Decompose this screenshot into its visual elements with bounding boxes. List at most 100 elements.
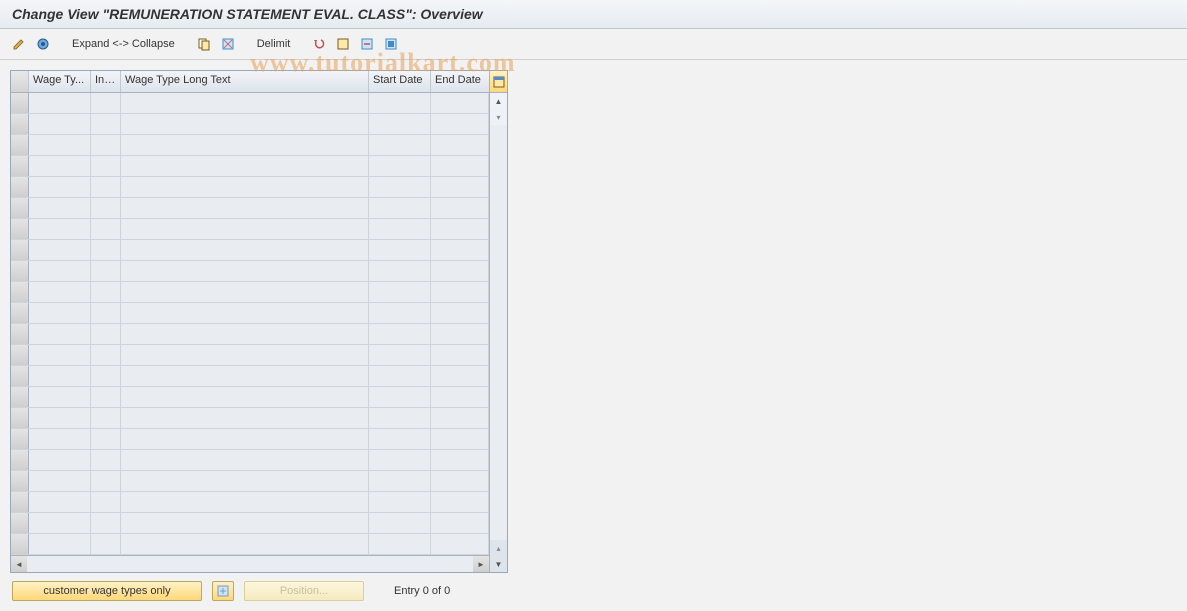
table-row[interactable] (11, 534, 489, 555)
row-selector[interactable] (11, 219, 29, 239)
cell-inf[interactable] (91, 261, 121, 281)
expand-collapse-button[interactable]: Expand <-> Collapse (68, 38, 179, 50)
scroll-up-icon[interactable]: ▲ (490, 93, 507, 109)
cell-long-text[interactable] (121, 408, 369, 428)
cell-start-date[interactable] (369, 534, 431, 554)
cell-end-date[interactable] (431, 282, 489, 302)
row-selector[interactable] (11, 534, 29, 554)
cell-long-text[interactable] (121, 534, 369, 554)
table-row[interactable] (11, 345, 489, 366)
select-all-icon[interactable] (219, 35, 237, 53)
table-row[interactable] (11, 282, 489, 303)
cell-long-text[interactable] (121, 450, 369, 470)
cell-end-date[interactable] (431, 408, 489, 428)
table-row[interactable] (11, 93, 489, 114)
table-row[interactable] (11, 303, 489, 324)
cell-inf[interactable] (91, 240, 121, 260)
row-selector[interactable] (11, 324, 29, 344)
cell-start-date[interactable] (369, 408, 431, 428)
cell-end-date[interactable] (431, 303, 489, 323)
cell-inf[interactable] (91, 366, 121, 386)
undo-icon[interactable] (310, 35, 328, 53)
cell-wage-type[interactable] (29, 324, 91, 344)
cell-wage-type[interactable] (29, 492, 91, 512)
cell-start-date[interactable] (369, 471, 431, 491)
table-row[interactable] (11, 114, 489, 135)
select-all-column[interactable] (11, 71, 29, 92)
cell-end-date[interactable] (431, 240, 489, 260)
cell-start-date[interactable] (369, 345, 431, 365)
cell-end-date[interactable] (431, 345, 489, 365)
cell-start-date[interactable] (369, 114, 431, 134)
cell-end-date[interactable] (431, 177, 489, 197)
table-row[interactable] (11, 198, 489, 219)
cell-inf[interactable] (91, 408, 121, 428)
cell-wage-type[interactable] (29, 198, 91, 218)
cell-start-date[interactable] (369, 387, 431, 407)
cell-start-date[interactable] (369, 513, 431, 533)
cell-start-date[interactable] (369, 240, 431, 260)
cell-start-date[interactable] (369, 324, 431, 344)
cell-long-text[interactable] (121, 219, 369, 239)
cell-long-text[interactable] (121, 240, 369, 260)
cell-start-date[interactable] (369, 303, 431, 323)
row-selector[interactable] (11, 261, 29, 281)
table-row[interactable] (11, 240, 489, 261)
cell-long-text[interactable] (121, 303, 369, 323)
cell-inf[interactable] (91, 471, 121, 491)
cell-inf[interactable] (91, 114, 121, 134)
cell-start-date[interactable] (369, 366, 431, 386)
cell-long-text[interactable] (121, 198, 369, 218)
column-long-text[interactable]: Wage Type Long Text (121, 71, 369, 92)
cell-long-text[interactable] (121, 429, 369, 449)
cell-wage-type[interactable] (29, 114, 91, 134)
scroll-up-step-icon[interactable]: ▾ (490, 109, 507, 125)
cell-long-text[interactable] (121, 366, 369, 386)
cell-long-text[interactable] (121, 471, 369, 491)
cell-inf[interactable] (91, 93, 121, 113)
cell-inf[interactable] (91, 429, 121, 449)
cell-end-date[interactable] (431, 366, 489, 386)
table-row[interactable] (11, 471, 489, 492)
configure-icon[interactable] (382, 35, 400, 53)
cell-end-date[interactable] (431, 534, 489, 554)
row-selector[interactable] (11, 450, 29, 470)
table-row[interactable] (11, 219, 489, 240)
cell-start-date[interactable] (369, 261, 431, 281)
table-row[interactable] (11, 177, 489, 198)
cell-long-text[interactable] (121, 492, 369, 512)
cell-long-text[interactable] (121, 93, 369, 113)
cell-inf[interactable] (91, 135, 121, 155)
row-selector[interactable] (11, 471, 29, 491)
cell-wage-type[interactable] (29, 429, 91, 449)
cell-wage-type[interactable] (29, 219, 91, 239)
vertical-scrollbar[interactable]: ▲ ▾ ▴ ▼ (489, 71, 507, 572)
cell-wage-type[interactable] (29, 345, 91, 365)
cell-start-date[interactable] (369, 282, 431, 302)
cell-inf[interactable] (91, 345, 121, 365)
cell-long-text[interactable] (121, 345, 369, 365)
customer-wage-types-button[interactable]: customer wage types only (12, 581, 202, 601)
row-selector[interactable] (11, 387, 29, 407)
change-icon[interactable] (10, 35, 28, 53)
cell-long-text[interactable] (121, 177, 369, 197)
table-row[interactable] (11, 492, 489, 513)
row-selector[interactable] (11, 513, 29, 533)
row-selector[interactable] (11, 240, 29, 260)
cell-inf[interactable] (91, 282, 121, 302)
table-settings-icon[interactable] (490, 71, 507, 93)
row-selector[interactable] (11, 492, 29, 512)
cell-inf[interactable] (91, 198, 121, 218)
scroll-right-icon[interactable]: ► (473, 556, 489, 572)
table-row[interactable] (11, 135, 489, 156)
cell-long-text[interactable] (121, 324, 369, 344)
cell-end-date[interactable] (431, 387, 489, 407)
column-start-date[interactable]: Start Date (369, 71, 431, 92)
cell-inf[interactable] (91, 177, 121, 197)
other-view-icon[interactable] (34, 35, 52, 53)
cell-end-date[interactable] (431, 114, 489, 134)
cell-wage-type[interactable] (29, 93, 91, 113)
cell-long-text[interactable] (121, 114, 369, 134)
row-selector[interactable] (11, 135, 29, 155)
cell-wage-type[interactable] (29, 408, 91, 428)
